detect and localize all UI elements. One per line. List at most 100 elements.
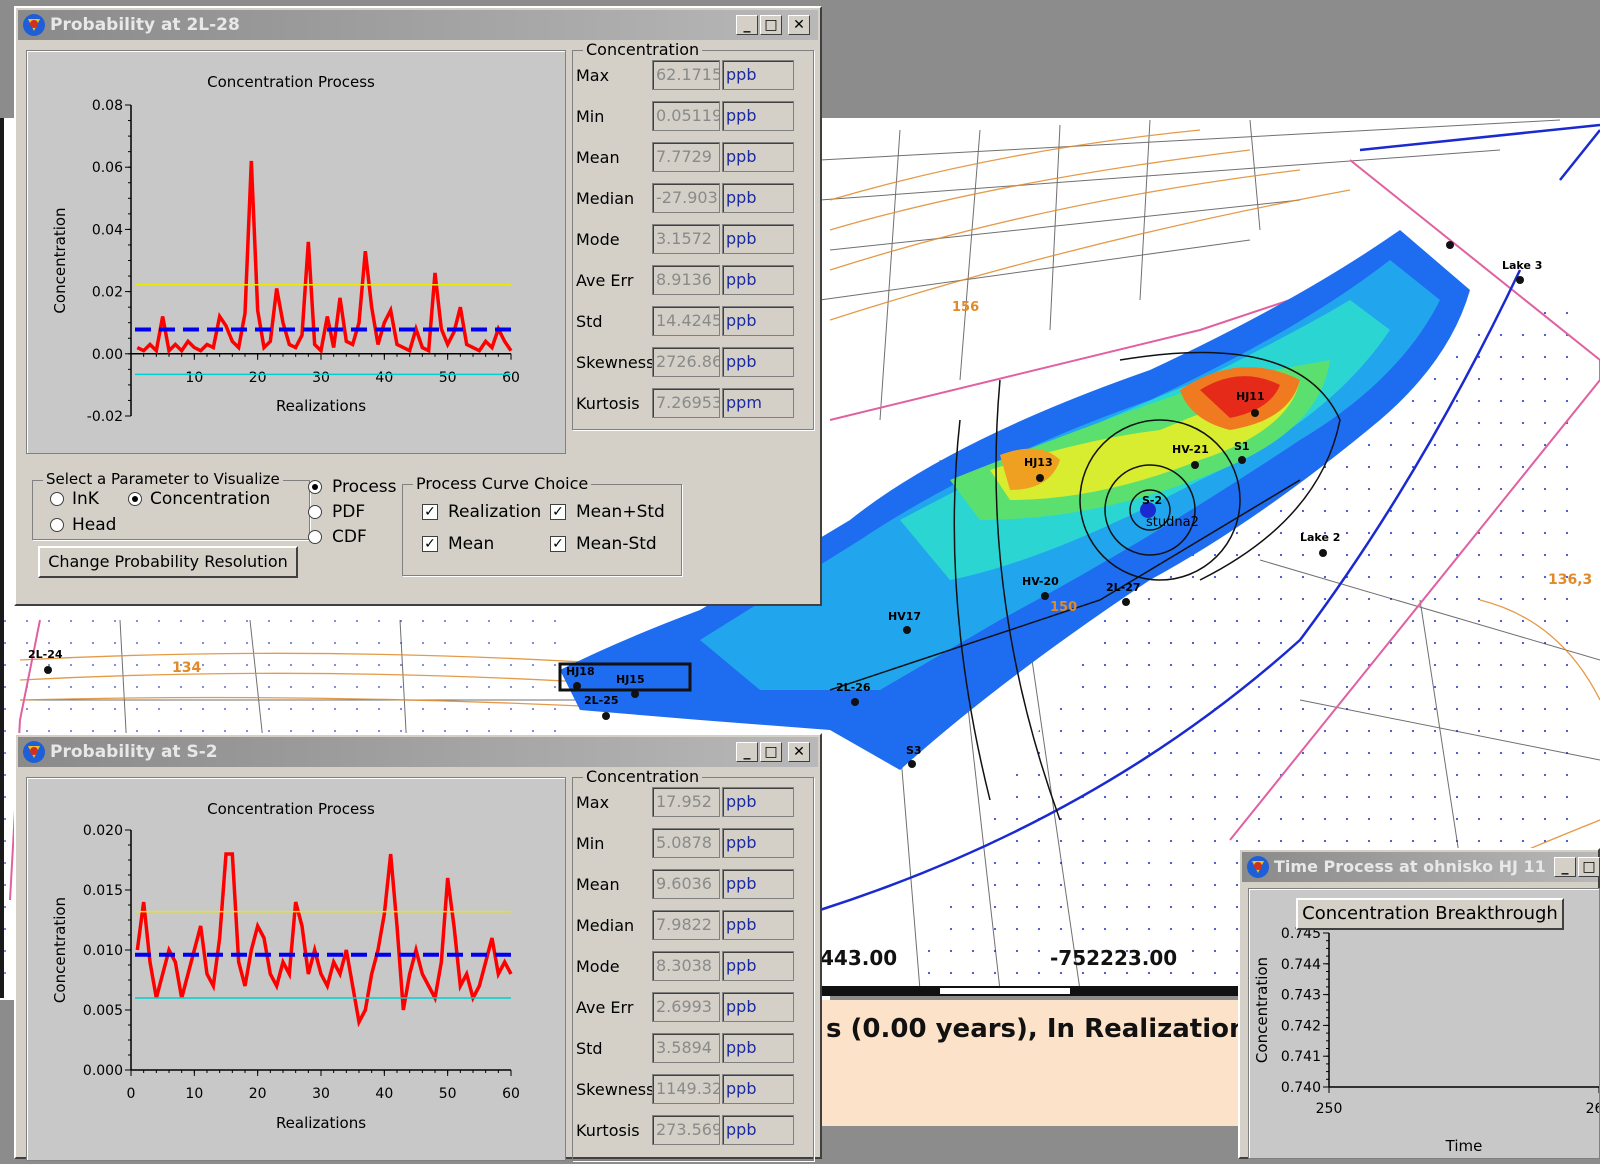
radio-pdf[interactable] — [308, 505, 322, 519]
stat-unit-field[interactable]: ppb — [722, 951, 794, 981]
stat-unit-field[interactable]: ppb — [722, 787, 794, 817]
x-axis-label: Time — [1445, 1137, 1483, 1155]
x-tick-label: 20 — [249, 1086, 267, 1102]
app-icon — [23, 741, 45, 763]
app-icon — [23, 14, 45, 36]
maximize-button[interactable]: □ — [1578, 857, 1600, 877]
y-tick-label: 0.010 — [83, 943, 123, 959]
minimize-button[interactable]: _ — [736, 15, 758, 35]
title-bar[interactable]: Probability at 2L-28 _ □ ✕ — [18, 10, 818, 40]
maximize-button[interactable]: □ — [760, 742, 782, 762]
stat-value-field[interactable]: 62.1715 — [652, 60, 720, 90]
checkbox-mean-minus-std[interactable]: ✓ — [550, 536, 566, 552]
radio-cdf[interactable] — [308, 530, 322, 544]
stat-value-field[interactable]: 1149.32 — [652, 1074, 720, 1104]
radio-concentration[interactable] — [128, 492, 142, 506]
stat-value-field[interactable]: 7.9822 — [652, 910, 720, 940]
radio-head[interactable] — [50, 518, 64, 532]
stat-unit-field[interactable]: ppb — [722, 1033, 794, 1063]
x-tick-label: 10 — [185, 370, 203, 386]
radio-cdf-label: CDF — [332, 527, 367, 547]
stat-value-field[interactable]: 5.0878 — [652, 828, 720, 858]
title-bar[interactable]: Probability at S-2 _ □ ✕ — [18, 737, 818, 767]
x-tick-label: 40 — [375, 370, 393, 386]
chart-panel: Concentration Process -0.02 0.00 0.02 0.04 0.… — [26, 50, 566, 454]
minimize-button[interactable]: _ — [1554, 857, 1576, 877]
stat-value-field[interactable]: 3.1572 — [652, 224, 720, 254]
x-tick-label: 10 — [185, 1086, 203, 1102]
radio-ink[interactable] — [50, 492, 64, 506]
stat-unit-field[interactable]: ppb — [722, 992, 794, 1022]
stat-value-field[interactable]: 14.4245 — [652, 306, 720, 336]
stat-unit-field[interactable]: ppb — [722, 183, 794, 213]
stat-unit-field[interactable]: ppb — [722, 1074, 794, 1104]
checkbox-mean[interactable]: ✓ — [422, 536, 438, 552]
time-process-window: Time Process at ohnisko HJ 11 _ □ 0.740 0… — [1238, 848, 1600, 1159]
change-resolution-button[interactable]: Change Probability Resolution — [38, 546, 298, 578]
stat-unit-field[interactable]: ppb — [722, 869, 794, 899]
radio-process[interactable] — [308, 480, 322, 494]
y-tick-label: 0.743 — [1281, 988, 1321, 1004]
chart-title-box: Concentration Breakthrough — [1296, 898, 1564, 930]
y-tick-label: 0.015 — [83, 883, 123, 899]
well-label: HJ15 — [616, 673, 645, 686]
contour-label: 136,3 — [1548, 572, 1593, 588]
stat-value-field[interactable]: 17.952 — [652, 787, 720, 817]
x-tick-label: 20 — [249, 370, 267, 386]
x-axis-label: Realizations — [276, 397, 366, 415]
well-label: 2L-27 — [1106, 581, 1141, 594]
contour-label: 150 — [1050, 600, 1078, 615]
stat-value-field[interactable]: 9.6036 — [652, 869, 720, 899]
stat-unit-field[interactable]: ppb — [722, 265, 794, 295]
stat-label: Mode — [576, 957, 620, 976]
x-tick-label: 40 — [375, 1086, 393, 1102]
y-axis-label: Concentration — [51, 897, 69, 1003]
title-bar[interactable]: Time Process at ohnisko HJ 11 _ □ — [1242, 852, 1600, 882]
stat-value-field[interactable]: 0.05119 — [652, 101, 720, 131]
stat-value-field[interactable]: 8.9136 — [652, 265, 720, 295]
well-label: S3 — [906, 744, 922, 757]
stat-value-field[interactable]: 8.3038 — [652, 951, 720, 981]
well-label: HJ13 — [1024, 456, 1053, 469]
y-axis-label: Concentration — [1253, 957, 1271, 1063]
app-icon — [1247, 856, 1269, 878]
stat-unit-field[interactable]: ppb — [722, 224, 794, 254]
minimize-button[interactable]: _ — [736, 742, 758, 762]
stat-unit-field[interactable]: ppm — [722, 388, 794, 418]
stat-value-field[interactable]: 7.26953 — [652, 388, 720, 418]
x-tick-label: 60 — [502, 1086, 520, 1102]
stat-label: Mean — [576, 148, 620, 167]
x-tick-label: 30 — [312, 1086, 330, 1102]
stat-unit-field[interactable]: ppb — [722, 142, 794, 172]
stat-value-field[interactable]: 273.569 — [652, 1115, 720, 1145]
x-tick-label: 50 — [439, 1086, 457, 1102]
window-title: Probability at 2L-28 — [50, 15, 240, 35]
stat-value-field[interactable]: 2726.86 — [652, 347, 720, 377]
stat-unit-field[interactable]: ppb — [722, 306, 794, 336]
stat-label: Kurtosis — [576, 394, 640, 413]
stat-unit-field[interactable]: ppb — [722, 1115, 794, 1145]
stat-value-field[interactable]: 3.5894 — [652, 1033, 720, 1063]
stat-value-field[interactable]: 2.6993 — [652, 992, 720, 1022]
stat-unit-field[interactable]: ppb — [722, 347, 794, 377]
stat-value-field[interactable]: 7.7729 — [652, 142, 720, 172]
probability-window-2L-28: Probability at 2L-28 _ □ ✕ Concentration… — [14, 6, 822, 606]
checkbox-mean-plus-std[interactable]: ✓ — [550, 504, 566, 520]
close-button[interactable]: ✕ — [788, 15, 810, 35]
maximize-button[interactable]: □ — [760, 15, 782, 35]
well-label: 2L-25 — [584, 694, 619, 707]
close-button[interactable]: ✕ — [788, 742, 810, 762]
contour-label: 134 — [172, 660, 202, 676]
stat-unit-field[interactable]: ppb — [722, 828, 794, 858]
stat-unit-field[interactable]: ppb — [722, 910, 794, 940]
radio-pdf-label: PDF — [332, 502, 366, 522]
checkbox-realization[interactable]: ✓ — [422, 504, 438, 520]
y-axis-label: Concentration — [51, 207, 69, 313]
stat-value-field[interactable]: -27.903 — [652, 183, 720, 213]
stat-unit-field[interactable]: ppb — [722, 101, 794, 131]
y-tick-label: 0.740 — [1281, 1080, 1321, 1096]
well-label: HV-21 — [1172, 443, 1209, 456]
concentration-process-chart: Concentration Process -0.02 0.00 0.02 0.04 0.… — [51, 73, 520, 425]
stat-unit-field[interactable]: ppb — [722, 60, 794, 90]
realization-line — [136, 160, 513, 355]
